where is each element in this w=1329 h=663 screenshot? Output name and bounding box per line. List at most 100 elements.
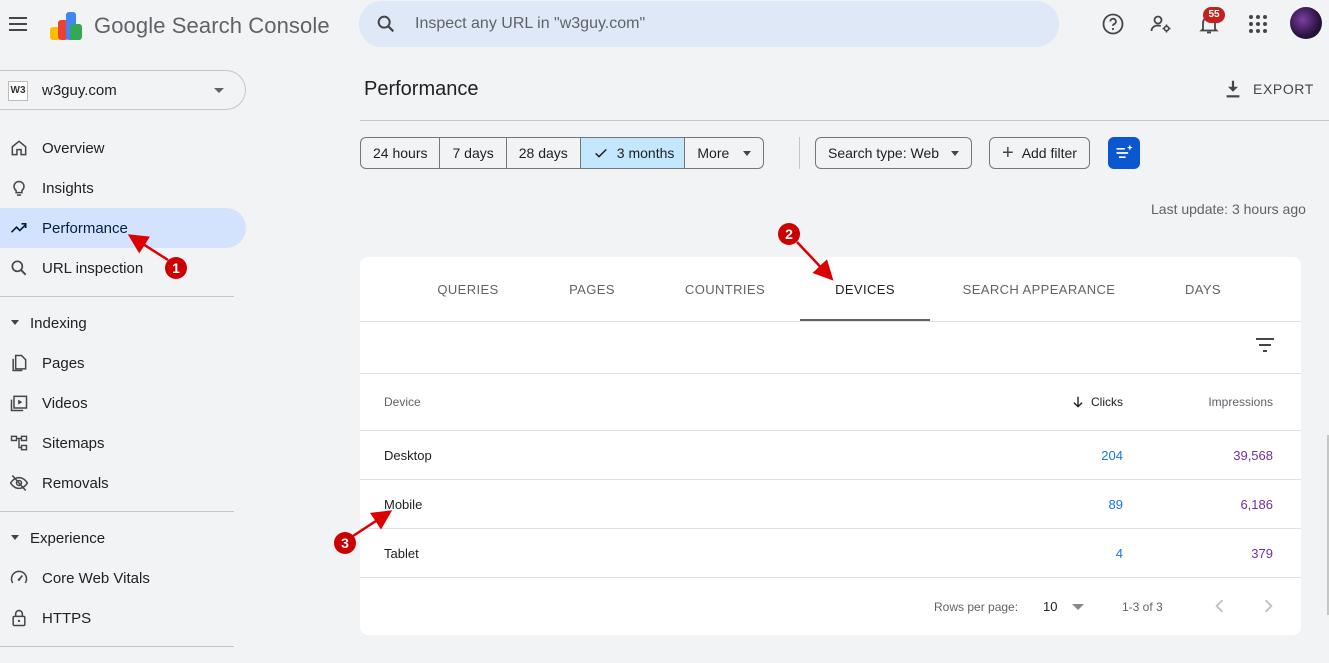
speed-icon — [10, 570, 28, 584]
manage-account-icon[interactable] — [1149, 12, 1173, 36]
range-7-days[interactable]: 7 days — [440, 138, 507, 168]
column-header-impressions[interactable]: Impressions — [1208, 395, 1273, 409]
sidebar-divider — [0, 511, 234, 512]
range-label: 28 days — [518, 145, 568, 161]
export-label: EXPORT — [1253, 81, 1314, 97]
lightbulb-icon — [13, 180, 25, 196]
top-bar: Google Search Console 55 — [0, 0, 1329, 56]
sidebar-item-sitemaps[interactable]: Sitemaps — [0, 423, 246, 463]
sidebar-item-overview[interactable]: Overview — [0, 128, 246, 168]
chevron-right-icon[interactable] — [1258, 596, 1278, 616]
check-icon — [594, 148, 607, 158]
home-icon — [11, 140, 27, 156]
cell-impressions: 6,186 — [1240, 497, 1273, 512]
annotation-marker: 1 — [165, 257, 187, 279]
chevron-down-icon — [951, 150, 960, 156]
sidebar-item-https[interactable]: HTTPS — [0, 598, 246, 638]
search-input[interactable] — [415, 13, 1035, 35]
url-inspect-search[interactable] — [359, 1, 1059, 47]
cell-clicks: 4 — [1115, 546, 1123, 561]
search-type-filter[interactable]: Search type: Web — [815, 137, 973, 169]
sidebar-item-label: Insights — [42, 180, 94, 197]
sidebar-item-label: Overview — [42, 140, 105, 157]
tab-search-appearance[interactable]: SEARCH APPEARANCE — [949, 257, 1129, 321]
menu-icon[interactable] — [6, 12, 30, 36]
brand-title: Google Search Console — [94, 13, 330, 38]
caret-down-icon — [11, 320, 19, 325]
table-row[interactable]: Mobile 89 6,186 — [360, 480, 1301, 528]
trending-up-icon — [10, 223, 27, 233]
scrollbar[interactable] — [1324, 240, 1329, 640]
range-3-months[interactable]: 3 months — [580, 138, 686, 168]
chevron-left-icon[interactable] — [1210, 596, 1230, 616]
tab-queries[interactable]: QUERIES — [418, 257, 518, 321]
help-icon[interactable] — [1101, 12, 1125, 36]
filter-list-icon[interactable] — [1253, 333, 1277, 357]
column-header-clicks[interactable]: Clicks — [1071, 395, 1123, 409]
range-24-hours[interactable]: 24 hours — [361, 138, 441, 168]
sidebar-divider — [0, 296, 234, 297]
tab-label: PAGES — [569, 281, 615, 297]
sidebar-item-label: Core Web Vitals — [42, 570, 150, 587]
cell-device: Desktop — [384, 448, 432, 463]
tab-countries[interactable]: COUNTRIES — [665, 257, 785, 321]
column-label: Clicks — [1091, 395, 1123, 409]
cell-impressions: 379 — [1251, 546, 1273, 561]
annotation-marker: 3 — [334, 532, 356, 554]
section-label: Indexing — [30, 315, 87, 332]
cell-impressions: 39,568 — [1233, 448, 1273, 463]
sidebar-item-label: Sitemaps — [42, 435, 105, 452]
add-filter-button[interactable]: + Add filter — [989, 137, 1090, 169]
sidebar-section-experience[interactable]: Experience — [0, 523, 234, 553]
chevron-down-icon — [214, 88, 224, 93]
avatar[interactable] — [1290, 7, 1322, 39]
tab-devices[interactable]: DEVICES — [800, 257, 930, 321]
sidebar-item-videos[interactable]: Videos — [0, 383, 246, 423]
pagination-range: 1-3 of 3 — [1122, 600, 1163, 614]
notification-count-badge: 55 — [1203, 7, 1225, 23]
tab-days[interactable]: DAYS — [1163, 257, 1243, 321]
caret-down-icon[interactable] — [1072, 604, 1084, 610]
sidebar-item-label: Videos — [42, 395, 88, 412]
sidebar-item-performance[interactable]: Performance — [0, 208, 246, 248]
sidebar-item-removals[interactable]: Removals — [0, 463, 246, 503]
sidebar-item-label: HTTPS — [42, 610, 92, 627]
rows-per-page-select[interactable]: 10 — [1043, 599, 1057, 614]
range-more[interactable]: More — [685, 138, 763, 168]
download-icon — [1226, 80, 1240, 98]
property-selector[interactable]: W3 w3guy.com — [0, 70, 246, 110]
row-divider — [360, 577, 1301, 578]
cell-clicks: 89 — [1108, 497, 1123, 512]
search-icon — [11, 260, 27, 276]
sidebar-item-label: URL inspection — [42, 260, 144, 277]
sidebar-item-url-inspection[interactable]: URL inspection — [0, 248, 246, 288]
filter-sparkle-icon — [1116, 144, 1133, 158]
sitemap-icon — [10, 435, 28, 451]
sidebar-section-indexing[interactable]: Indexing — [0, 308, 234, 338]
property-favicon: W3 — [8, 81, 28, 101]
table-row[interactable]: Tablet 4 379 — [360, 529, 1301, 577]
chevron-down-icon — [743, 150, 752, 156]
sidebar-item-pages[interactable]: Pages — [0, 343, 246, 383]
property-name: w3guy.com — [42, 82, 117, 99]
sidebar-item-core-web-vitals[interactable]: Core Web Vitals — [0, 558, 246, 598]
caret-down-icon — [11, 535, 19, 540]
tab-label: DEVICES — [835, 281, 895, 297]
lock-icon — [12, 609, 26, 627]
tab-pages[interactable]: PAGES — [542, 257, 642, 321]
search-icon[interactable] — [375, 13, 397, 35]
table-row[interactable]: Desktop 204 39,568 — [360, 431, 1301, 479]
export-button[interactable]: EXPORT — [1222, 78, 1314, 100]
section-label: Experience — [30, 530, 106, 547]
eye-off-icon — [9, 475, 29, 491]
card-divider — [360, 321, 1301, 322]
apps-icon[interactable] — [1246, 12, 1270, 36]
range-28-days[interactable]: 28 days — [507, 138, 581, 168]
tab-label: QUERIES — [437, 281, 499, 297]
plus-icon: + — [1002, 142, 1014, 164]
filter-settings-button[interactable] — [1108, 137, 1140, 169]
sidebar-item-insights[interactable]: Insights — [0, 168, 246, 208]
pages-icon — [12, 354, 27, 372]
sidebar-item-label: Performance — [42, 220, 128, 237]
column-header-device[interactable]: Device — [384, 395, 421, 409]
